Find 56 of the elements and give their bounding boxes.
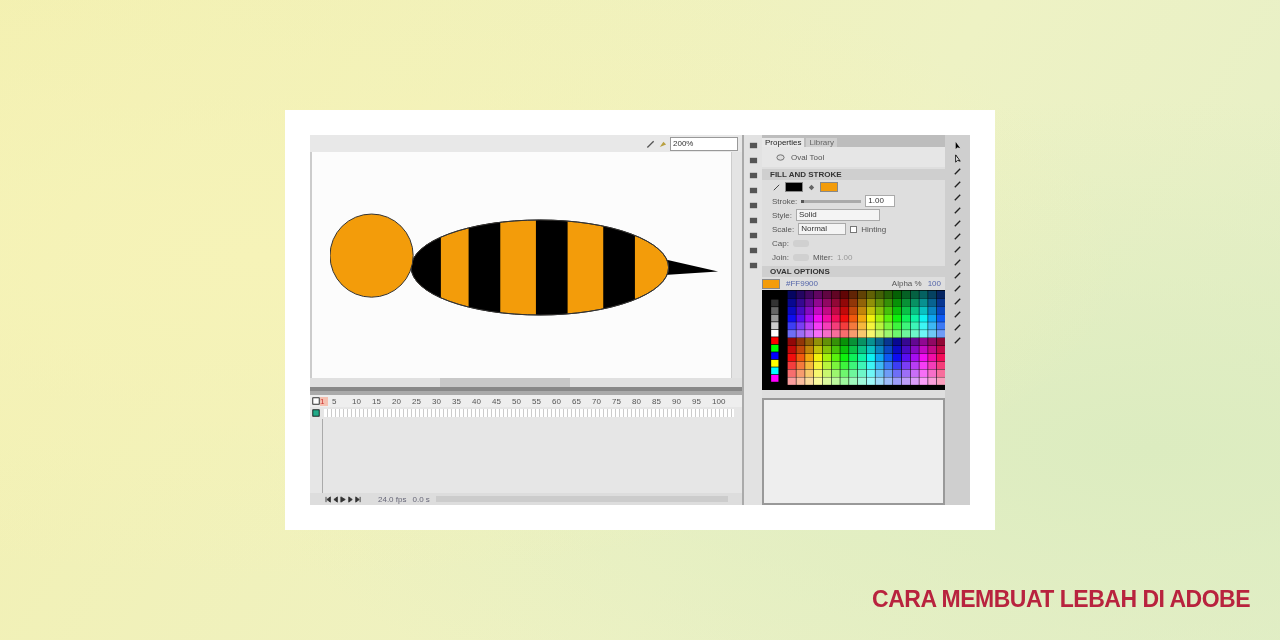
section-header[interactable]: OVAL OPTIONS <box>762 266 945 277</box>
style-dropdown[interactable]: Solid <box>796 209 880 221</box>
frame-number: 60 <box>552 396 562 406</box>
frame-number: 1 <box>320 396 328 406</box>
pencil-icon[interactable] <box>646 139 655 148</box>
frame-number: 85 <box>652 396 662 406</box>
frame-number: 10 <box>352 396 362 406</box>
frame-number: 75 <box>612 396 622 406</box>
vertical-scrollbar[interactable] <box>731 152 742 378</box>
fps-value: 24.0 fps <box>378 494 407 504</box>
frame-number: 80 <box>632 396 642 406</box>
miter-label: Miter: <box>812 252 833 262</box>
stroke-label: Stroke: <box>772 196 798 206</box>
article-title: CARA MEMBUAT LEBAH DI ADOBE <box>872 586 1250 613</box>
time-value: 0.0 s <box>412 494 430 504</box>
miter-value: 1.00 <box>836 252 853 262</box>
frame-number: 45 <box>492 396 502 406</box>
alpha-value[interactable]: 100 <box>927 279 941 288</box>
cap-label: Cap: <box>772 238 789 248</box>
frame-number: 35 <box>452 396 462 406</box>
scale-dropdown[interactable]: Normal <box>798 223 847 235</box>
frame-track[interactable] <box>324 409 734 417</box>
stroke-field[interactable]: 1.00 <box>865 195 896 207</box>
oval-icon <box>776 152 785 162</box>
frame-number: 50 <box>512 396 522 406</box>
frame-number: 15 <box>372 396 382 406</box>
zoom-dropdown[interactable]: 200% <box>670 136 738 151</box>
alpha-label: Alpha % <box>891 279 922 288</box>
frame-number: 20 <box>392 396 402 406</box>
hinting-label: Hinting <box>861 224 887 234</box>
stroke-color-swatch[interactable] <box>785 182 803 192</box>
hinting-checkbox[interactable] <box>850 225 858 233</box>
join-label: Join: <box>772 252 789 262</box>
stroke-slider[interactable] <box>801 199 862 203</box>
frame-number: 100 <box>712 396 727 406</box>
pencil-icon <box>772 182 781 192</box>
tool-name: Oval Tool <box>791 152 825 162</box>
color-palette-drawing[interactable] <box>762 290 945 390</box>
frame-number: 95 <box>692 396 702 406</box>
current-color-swatch <box>762 278 780 289</box>
section-header[interactable]: FILL AND STROKE <box>762 169 945 180</box>
frame-number: 65 <box>572 396 582 406</box>
frame-number: 40 <box>472 396 482 406</box>
frame-number: 55 <box>532 396 542 406</box>
frame-number: 90 <box>672 396 682 406</box>
frame-number: 30 <box>432 396 442 406</box>
panel-tab[interactable]: Properties <box>762 138 805 147</box>
style-label: Style: <box>772 210 792 220</box>
frame-number: 25 <box>412 396 422 406</box>
frame-number: 70 <box>592 396 602 406</box>
fill-color-swatch[interactable] <box>820 182 838 192</box>
frame-number: 5 <box>332 396 338 406</box>
panel-tab[interactable]: Library <box>806 138 837 147</box>
scale-label: Scale: <box>772 224 795 234</box>
hex-value[interactable]: #FF9900 <box>786 279 819 288</box>
horizontal-scrollbar[interactable] <box>310 378 742 387</box>
